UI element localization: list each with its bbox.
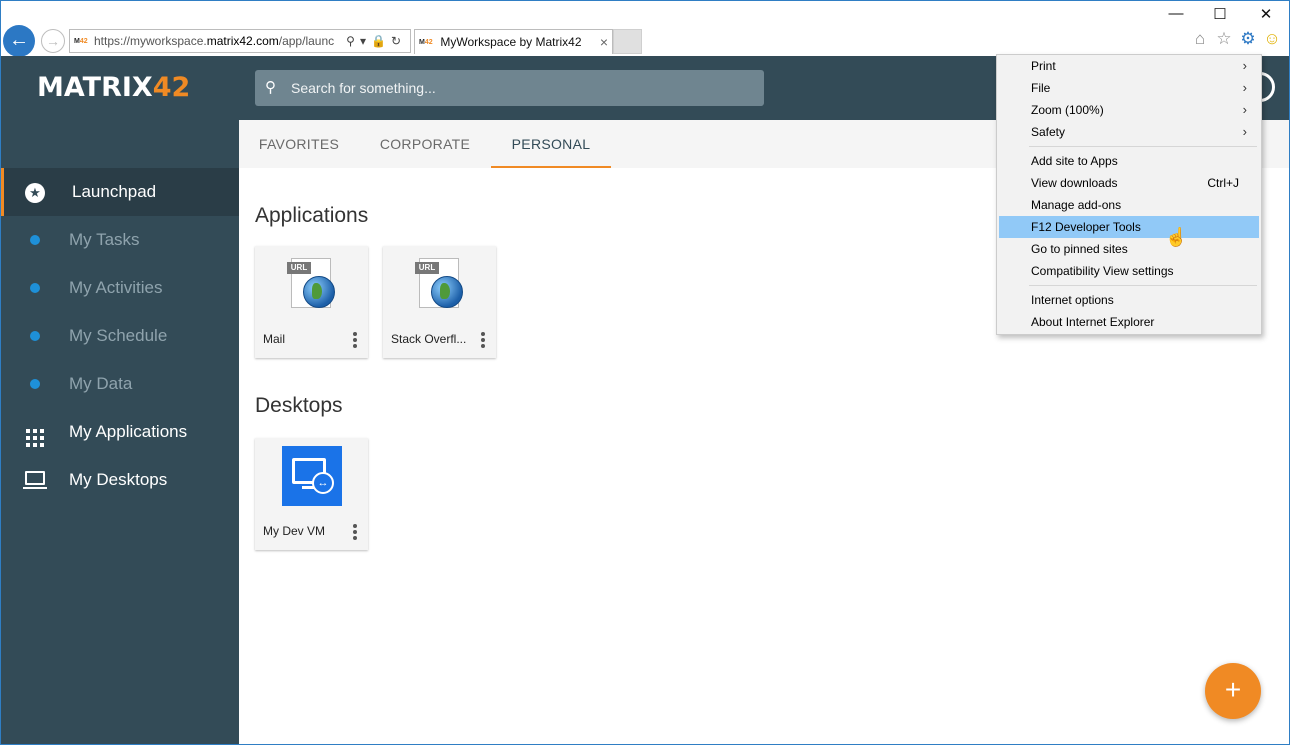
more-vertical-icon[interactable] bbox=[350, 524, 360, 542]
dot-icon bbox=[23, 374, 47, 394]
app-tile-stack-overflow[interactable]: URL Stack Overfl... bbox=[383, 246, 496, 358]
refresh-icon[interactable]: ↻ bbox=[391, 34, 406, 48]
chevron-right-icon: › bbox=[1242, 124, 1247, 139]
chevron-right-icon: › bbox=[1242, 80, 1247, 95]
grid-icon bbox=[23, 418, 47, 447]
forward-arrow-icon[interactable]: → bbox=[41, 29, 65, 53]
dot-icon bbox=[23, 278, 47, 298]
sidebar-item-label: My Data bbox=[69, 374, 133, 393]
sidebar-item-my-schedule[interactable]: My Schedule bbox=[1, 312, 239, 360]
sidebar-item-my-tasks[interactable]: My Tasks bbox=[1, 216, 239, 264]
search-placeholder: Search for something... bbox=[291, 80, 436, 96]
tools-context-menu: Print › File › Zoom (100%) › Safety › Add si… bbox=[996, 54, 1262, 335]
tile-label: Mail bbox=[263, 332, 286, 346]
smiley-feedback-icon[interactable]: ☺ bbox=[1261, 29, 1283, 49]
app-tile-mail[interactable]: URL Mail bbox=[255, 246, 368, 358]
dropdown-icon[interactable]: ▾ bbox=[360, 34, 371, 48]
browser-window: ← → M42 https://myworkspace.matrix42.com… bbox=[0, 0, 1290, 745]
chevron-right-icon: › bbox=[1242, 102, 1247, 117]
laptop-icon bbox=[23, 470, 47, 490]
tab-corporate[interactable]: CORPORATE bbox=[365, 120, 485, 168]
tile-label: My Dev VM bbox=[263, 524, 326, 538]
star-circle-icon: ★ bbox=[23, 182, 47, 203]
search-icon[interactable]: ⚲ bbox=[346, 34, 360, 48]
menu-item-view-downloads[interactable]: View downloads Ctrl+J bbox=[999, 172, 1259, 194]
matrix42-logo[interactable]: MATRIX42 bbox=[37, 72, 190, 103]
sidebar-nav: ★ Launchpad My Tasks My Activities My Sc… bbox=[1, 168, 239, 504]
browser-toolbar: ← → M42 https://myworkspace.matrix42.com… bbox=[1, 1, 1289, 57]
site-favicon-icon: M42 bbox=[74, 37, 88, 45]
browser-tab[interactable]: M42 MyWorkspace by Matrix42 × bbox=[414, 29, 613, 54]
sidebar-item-my-desktops[interactable]: My Desktops bbox=[1, 456, 239, 504]
menu-item-safety[interactable]: Safety › bbox=[999, 121, 1259, 143]
address-bar[interactable]: M42 https://myworkspace.matrix42.com/app… bbox=[69, 29, 411, 53]
sidebar-item-launchpad[interactable]: ★ Launchpad bbox=[1, 168, 239, 216]
tab-title: MyWorkspace by Matrix42 bbox=[440, 35, 582, 49]
section-title-applications: Applications bbox=[255, 204, 369, 227]
maximize-button[interactable]: ☐ bbox=[1210, 5, 1230, 23]
menu-item-zoom[interactable]: Zoom (100%) › bbox=[999, 99, 1259, 121]
menu-item-about-internet-explorer[interactable]: About Internet Explorer bbox=[999, 311, 1259, 333]
hand-cursor-icon: ☝ bbox=[1165, 227, 1188, 247]
menu-item-add-site-to-apps[interactable]: Add site to Apps bbox=[999, 150, 1259, 172]
menu-divider bbox=[1029, 285, 1257, 286]
menu-item-manage-add-ons[interactable]: Manage add-ons bbox=[999, 194, 1259, 216]
url-file-icon: URL bbox=[287, 256, 335, 312]
url-file-icon: URL bbox=[415, 256, 463, 312]
dot-icon bbox=[23, 230, 47, 250]
tab-favicon-icon: M42 bbox=[419, 38, 433, 46]
sidebar-item-label: My Tasks bbox=[69, 230, 140, 249]
menu-item-compatibility-view-settings[interactable]: Compatibility View settings bbox=[999, 260, 1259, 282]
tile-label: Stack Overfl... bbox=[391, 332, 467, 346]
menu-item-print[interactable]: Print › bbox=[999, 55, 1259, 77]
remote-desktop-icon: ↔ bbox=[282, 446, 342, 506]
sidebar-item-label: My Schedule bbox=[69, 326, 168, 345]
favorites-star-icon[interactable]: ☆ bbox=[1213, 29, 1235, 49]
more-vertical-icon[interactable] bbox=[350, 332, 360, 350]
sidebar-item-my-activities[interactable]: My Activities bbox=[1, 264, 239, 312]
shortcut-label: Ctrl+J bbox=[1207, 176, 1239, 190]
menu-item-internet-options[interactable]: Internet options bbox=[999, 289, 1259, 311]
address-url[interactable]: https://myworkspace.matrix42.com/app/lau… bbox=[94, 30, 342, 52]
search-input[interactable]: ⚲ Search for something... bbox=[255, 70, 764, 106]
sidebar-item-my-data[interactable]: My Data bbox=[1, 360, 239, 408]
chevron-right-icon: › bbox=[1242, 58, 1247, 73]
close-window-button[interactable]: ✕ bbox=[1256, 5, 1276, 23]
section-title-desktops: Desktops bbox=[255, 394, 343, 417]
address-bar-icons: ⚲▾🔒↻ bbox=[346, 30, 406, 52]
lock-icon[interactable]: 🔒 bbox=[371, 34, 391, 48]
add-button[interactable]: + bbox=[1205, 663, 1261, 719]
close-tab-icon[interactable]: × bbox=[600, 30, 608, 54]
home-icon[interactable]: ⌂ bbox=[1189, 29, 1211, 49]
menu-item-file[interactable]: File › bbox=[999, 77, 1259, 99]
sidebar-item-my-applications[interactable]: My Applications bbox=[1, 408, 239, 456]
minimize-button[interactable]: — bbox=[1166, 5, 1186, 22]
desktop-tile-my-dev-vm[interactable]: ↔ My Dev VM bbox=[255, 438, 368, 550]
sidebar-item-label: My Applications bbox=[69, 422, 188, 441]
sidebar: MATRIX42 ★ Launchpad My Tasks My Activit… bbox=[1, 56, 239, 744]
search-icon: ⚲ bbox=[265, 79, 276, 96]
tab-favorites[interactable]: FAVORITES bbox=[239, 120, 359, 168]
gear-icon[interactable]: ⚙ bbox=[1237, 29, 1259, 49]
sidebar-item-label: My Activities bbox=[69, 278, 163, 297]
menu-item-f12-developer-tools[interactable]: F12 Developer Tools bbox=[999, 216, 1259, 238]
sidebar-item-label: My Desktops bbox=[69, 470, 168, 489]
menu-divider bbox=[1029, 146, 1257, 147]
menu-item-go-to-pinned-sites[interactable]: Go to pinned sites bbox=[999, 238, 1259, 260]
dot-icon bbox=[23, 326, 47, 346]
more-vertical-icon[interactable] bbox=[478, 332, 488, 350]
back-arrow-icon[interactable]: ← bbox=[3, 25, 35, 57]
new-tab-button[interactable] bbox=[613, 29, 642, 54]
tab-personal[interactable]: PERSONAL bbox=[491, 120, 611, 168]
sidebar-item-label: Launchpad bbox=[72, 182, 157, 201]
